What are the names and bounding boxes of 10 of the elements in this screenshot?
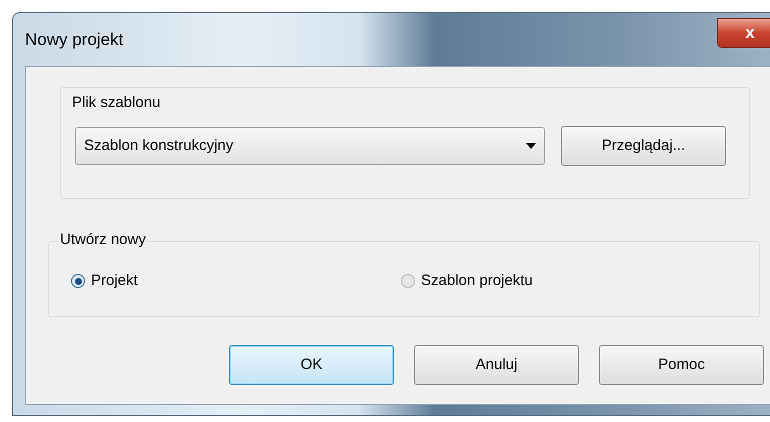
- dialog-button[interactable]: Anuluj: [414, 345, 579, 385]
- radio-option[interactable]: Projekt: [71, 270, 401, 292]
- close-button[interactable]: x: [717, 18, 770, 48]
- dropdown-arrow-icon: [526, 143, 536, 149]
- window-title: Nowy projekt: [25, 28, 124, 51]
- dialog-button[interactable]: OK: [229, 345, 394, 385]
- template-dropdown[interactable]: Szablon konstrukcyjny: [75, 127, 545, 165]
- radio-option[interactable]: Szablon projektu: [401, 270, 533, 292]
- browse-button[interactable]: Przeglądaj...: [561, 126, 726, 166]
- dialog-button[interactable]: Pomoc: [599, 345, 764, 385]
